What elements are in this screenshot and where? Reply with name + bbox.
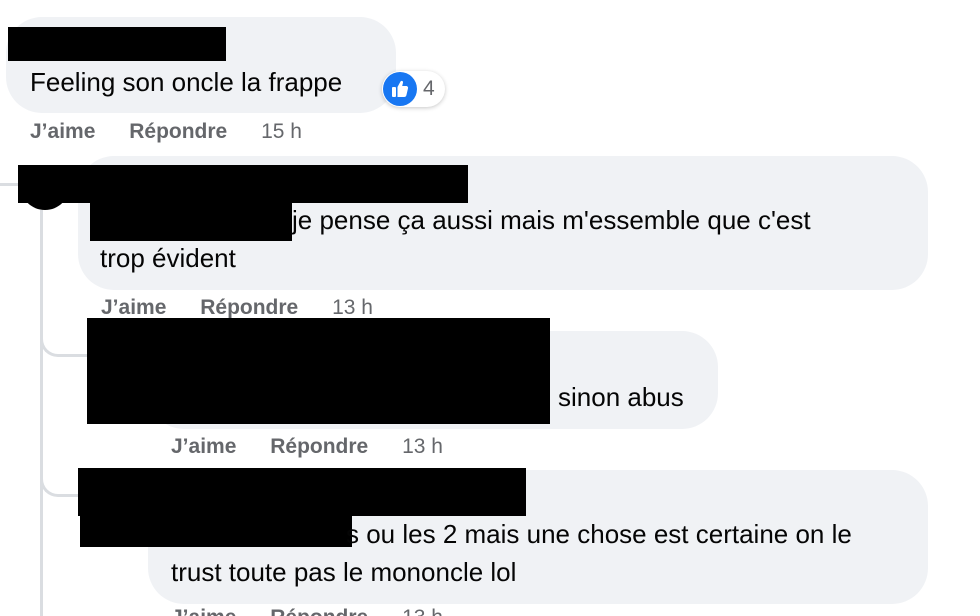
thread-connector xyxy=(40,460,83,497)
redacted-mention xyxy=(90,203,292,241)
like-button[interactable]: J’aime xyxy=(171,606,236,616)
comment-text: trop évident xyxy=(100,243,236,273)
comment-actions: J’aime Répondre 13 h xyxy=(171,435,443,459)
reply-button[interactable]: Répondre xyxy=(129,120,227,143)
comment-actions: J’aime Répondre 15 h xyxy=(30,120,302,144)
like-button[interactable]: J’aime xyxy=(30,120,95,143)
comment-actions: J’aime Répondre 13 h xyxy=(171,606,443,616)
like-icon xyxy=(383,72,417,106)
comment-timestamp[interactable]: 13 h xyxy=(402,606,443,616)
redacted-author-name xyxy=(78,468,526,516)
comment-text: Feeling son oncle la frappe xyxy=(30,67,343,97)
comment-timestamp[interactable]: 13 h xyxy=(402,435,443,458)
comment-text: je pense ça aussi mais m'essemble que c'… xyxy=(292,205,811,235)
redacted-author-name xyxy=(18,165,468,203)
like-button[interactable]: J’aime xyxy=(171,435,236,458)
reaction-count: 4 xyxy=(423,77,435,100)
comment-thread: Feeling son oncle la frappe 4 J’aime Rép… xyxy=(0,0,980,616)
comment-timestamp[interactable]: 13 h xyxy=(332,296,373,319)
reply-button[interactable]: Répondre xyxy=(270,435,368,458)
redacted-author-name xyxy=(8,27,226,61)
reaction-badge[interactable]: 4 xyxy=(382,71,445,107)
comment-actions: J’aime Répondre 13 h xyxy=(101,296,373,320)
comment-text: s ou les 2 mais une chose est certaine o… xyxy=(346,519,852,549)
reply-button[interactable]: Répondre xyxy=(270,606,368,616)
thread-line-main xyxy=(0,183,18,186)
comment-timestamp[interactable]: 15 h xyxy=(261,120,302,143)
redacted-mention xyxy=(80,510,352,547)
thread-connector xyxy=(40,320,93,357)
redacted-author-and-mention xyxy=(87,318,550,424)
thread-line-vertical xyxy=(40,210,43,616)
like-button[interactable]: J’aime xyxy=(101,296,166,319)
comment-text: trust toute pas le mononcle lol xyxy=(171,557,517,587)
reply-button[interactable]: Répondre xyxy=(200,296,298,319)
comment-text: sinon abus xyxy=(558,382,684,412)
